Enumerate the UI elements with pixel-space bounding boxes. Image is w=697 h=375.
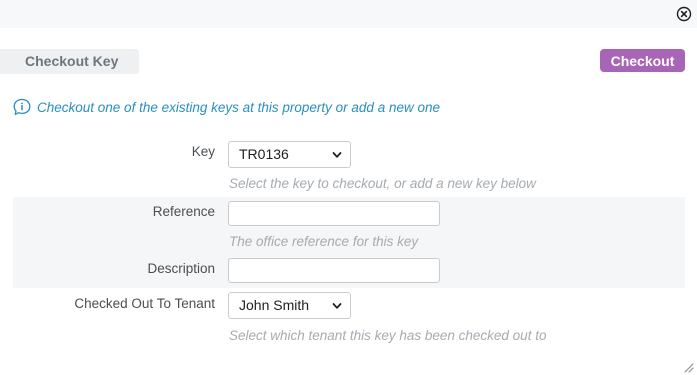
chevron-down-icon [332, 152, 342, 158]
tab-checkout-key[interactable]: Checkout Key [0, 49, 139, 74]
description-input[interactable] [228, 258, 440, 283]
tenant-help-text: Select which tenant this key has been ch… [229, 328, 547, 343]
key-help-text: Select the key to checkout, or add a new… [229, 176, 536, 191]
info-message: Checkout one of the existing keys at thi… [12, 97, 440, 117]
key-select[interactable]: TR0136 [228, 141, 351, 168]
tenant-select[interactable]: John Smith [228, 292, 351, 319]
reference-label: Reference [152, 204, 215, 219]
close-icon[interactable] [676, 6, 692, 22]
checkout-button[interactable]: Checkout [600, 49, 685, 72]
reference-input[interactable] [228, 201, 440, 226]
key-select-value: TR0136 [239, 146, 289, 162]
description-label: Description [147, 261, 215, 276]
tenant-select-value: John Smith [239, 297, 310, 313]
tab-label: Checkout Key [25, 53, 119, 69]
resize-grip-icon[interactable] [682, 361, 694, 373]
key-label: Key [191, 144, 215, 159]
info-text: Checkout one of the existing keys at thi… [37, 99, 440, 115]
reference-help-text: The office reference for this key [229, 234, 419, 249]
tenant-label: Checked Out To Tenant [74, 296, 215, 311]
info-bubble-icon [13, 98, 31, 116]
dialog-title-bar [0, 0, 697, 28]
chevron-down-icon [332, 303, 342, 309]
